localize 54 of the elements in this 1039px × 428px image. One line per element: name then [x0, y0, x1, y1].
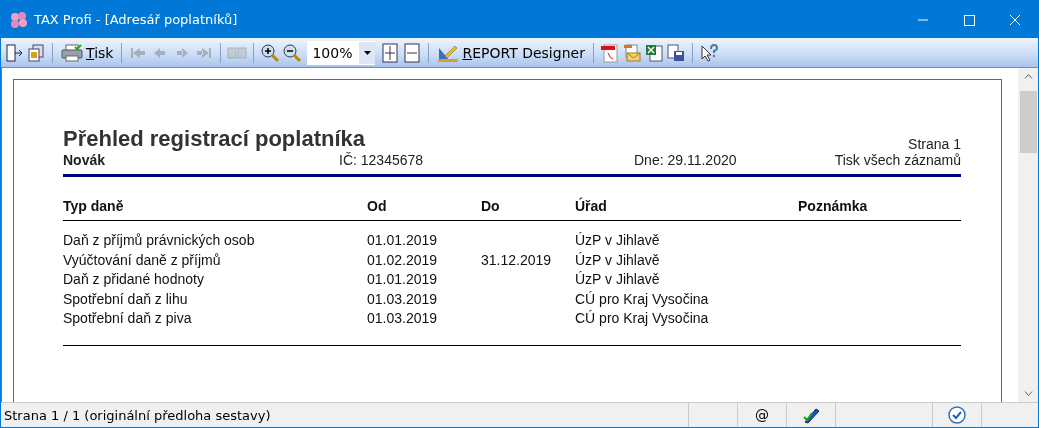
fit-page-icon[interactable]	[380, 42, 401, 63]
report-title: Přehled registrací poplatníka	[63, 126, 365, 152]
table-cell-text: 01.02.2019	[367, 250, 439, 270]
table-cell-text: 01.03.2019	[367, 289, 439, 309]
table-cell-text: ÚzP v Jihlavě	[575, 250, 661, 270]
table-cell-text: Daň z přidané hodnoty	[63, 270, 205, 289]
fit-width-icon[interactable]	[402, 42, 423, 63]
table-cell-text: CÚ pro Kraj Vysočina	[575, 289, 710, 309]
column-header: Poznámka	[798, 198, 869, 214]
pdf-icon[interactable]	[599, 42, 620, 63]
print-button[interactable]: Tisk	[59, 40, 116, 65]
vertical-scrollbar[interactable]	[1018, 68, 1038, 402]
report-scope: Tisk všech záznamů	[833, 152, 961, 168]
flower-icon	[10, 11, 28, 28]
help-icon[interactable]	[698, 42, 719, 63]
table-cell-text: Vyúčtování daně z příjmů	[63, 250, 222, 270]
page-number: Strana 1	[908, 136, 961, 152]
copy-icon[interactable]	[26, 42, 46, 63]
taxpayer-name: Novák	[63, 152, 107, 168]
table-cell-text: 01.01.2019	[367, 270, 439, 289]
report-date: Dne: 29.11.2020	[634, 152, 738, 168]
caret-icon	[363, 50, 371, 55]
check-icon	[948, 406, 966, 424]
table-cell-text: 31.12.2019	[481, 250, 553, 270]
email-symbol: @	[755, 407, 769, 423]
table-cell-text: Spotřební daň z piva	[63, 309, 193, 328]
table-cell-text: ÚzP v Jihlavě	[575, 270, 661, 289]
status-text: Strana 1 / 1 (originální předloha sestavy)	[3, 407, 272, 423]
printer-icon	[61, 43, 83, 62]
zoom-in-icon[interactable]	[260, 42, 281, 63]
window-title: TAX Profi - [Adresář poplatníků]	[34, 12, 238, 27]
scrollbar-thumb[interactable]	[1019, 91, 1037, 153]
zoom-dropdown[interactable]: 100%	[307, 40, 376, 65]
door-arrow-icon[interactable]	[4, 42, 24, 63]
table-cell-text: 01.03.2019	[367, 309, 439, 328]
excel-icon[interactable]	[643, 42, 664, 63]
column-header: Od	[367, 198, 388, 214]
report-designer-button[interactable]: REPORT Designer	[435, 40, 587, 65]
document-envelope-icon[interactable]	[621, 42, 642, 63]
table-cell-text: ÚzP v Jihlavě	[575, 231, 661, 250]
table-cell-text: Spotřební daň z lihu	[63, 289, 189, 309]
table-cell-text: 01.01.2019	[367, 231, 439, 250]
scroll-down-icon[interactable]	[1023, 391, 1033, 396]
company-id: IČ: 12345678	[339, 152, 425, 168]
table-cell-text: CÚ pro Kraj Vysočina	[575, 309, 710, 328]
column-header: Do	[481, 198, 501, 214]
scroll-up-icon[interactable]	[1023, 74, 1033, 79]
table-cell-text: Daň z příjmů právnických osob	[63, 231, 256, 250]
ruler-pencil-icon	[437, 43, 460, 62]
pen-icon	[802, 406, 820, 424]
column-header: Úřad	[575, 198, 608, 214]
zoom-out-icon[interactable]	[282, 42, 303, 63]
save-icon[interactable]	[665, 42, 686, 63]
column-header: Typ daně	[63, 198, 125, 214]
